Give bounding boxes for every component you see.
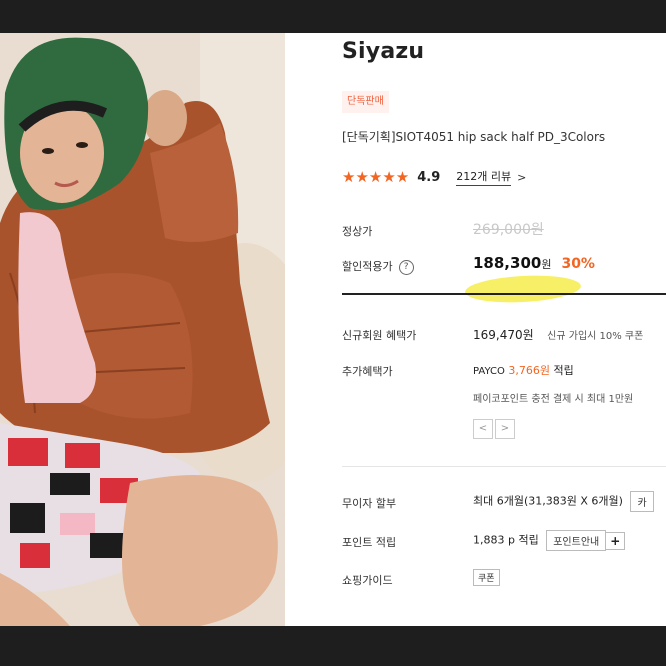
member-price-row: 169,470원 신규 가입시 10% 쿠폰 (473, 326, 643, 343)
payco-benefit-row: PAYCO 3,766원 적립 (473, 362, 574, 378)
info-icon[interactable]: ? (398, 259, 414, 275)
installment-value: 최대 6개월(31,383원 X 6개월) (473, 494, 623, 508)
product-photo-illustration (0, 33, 285, 626)
coupon-tag[interactable]: 쿠폰 (473, 569, 500, 586)
points-label: 포인트 적립 (342, 536, 397, 549)
plus-icon[interactable]: + (606, 531, 626, 550)
sale-price-unit: 원 (541, 258, 552, 271)
brand-name[interactable]: Siyazu (342, 39, 424, 64)
sale-price-label: 할인적용가 (342, 260, 393, 273)
installment-label: 무이자 할부 (342, 497, 397, 510)
payco-amount: 3,766원 (508, 364, 550, 377)
points-value: 1,883 p 적립 (473, 533, 539, 547)
next-arrow-icon[interactable]: > (495, 419, 515, 439)
member-coupon-note: 신규 가입시 10% 쿠폰 (547, 331, 644, 342)
screenshot-frame: Siyazu 단독판매 [단독기획]SIOT4051 hip sack half… (0, 33, 666, 626)
product-photo[interactable] (0, 33, 285, 626)
section-divider (342, 466, 666, 467)
member-price-label: 신규회원 혜택가 (342, 329, 417, 342)
highlighter-mark (464, 272, 582, 306)
prev-arrow-icon[interactable]: < (473, 419, 493, 439)
product-info-panel: Siyazu 단독판매 [단독기획]SIOT4051 hip sack half… (285, 33, 666, 626)
payco-label: PAYCO (473, 366, 505, 377)
product-title: [단독기획]SIOT4051 hip sack half PD_3Colors (342, 130, 606, 144)
shopping-guide-label: 쇼핑가이드 (342, 574, 393, 587)
coupon-tag-row: 쿠폰 (473, 569, 500, 586)
regular-price: 269,000원 (473, 222, 544, 238)
review-count-link[interactable]: 212개 리뷰 (456, 168, 512, 186)
points-guide-button[interactable]: 포인트안내 (546, 530, 607, 551)
exclusive-badge: 단독판매 (342, 91, 389, 113)
payco-note: 페이코포인트 충전 결제 시 최대 1만원 (473, 394, 634, 405)
card-info-button[interactable]: 카 (630, 491, 654, 512)
rating-row: ★★★★★ 4.9 212개 리뷰 > (342, 166, 526, 188)
member-price: 169,470원 (473, 328, 534, 342)
chevron-right-icon[interactable]: > (517, 171, 526, 184)
installment-row: 최대 6개월(31,383원 X 6개월) 카 (473, 491, 654, 512)
star-rating-icon: ★★★★★ (342, 168, 410, 186)
regular-price-label: 정상가 (342, 225, 373, 238)
discount-rate: 30% (561, 256, 595, 272)
points-row: 1,883 p 적립 포인트안내 + (473, 530, 626, 551)
benefit-pager: < > (473, 419, 515, 439)
rating-score: 4.9 (417, 169, 441, 185)
sale-price: 188,300 (473, 254, 542, 272)
extra-benefit-label: 추가혜택가 (342, 365, 393, 378)
payco-suffix: 적립 (553, 364, 574, 377)
sale-price-label-row: 할인적용가? (342, 258, 414, 275)
sale-price-row: 188,300원 30% (473, 254, 595, 272)
price-divider (342, 293, 666, 295)
